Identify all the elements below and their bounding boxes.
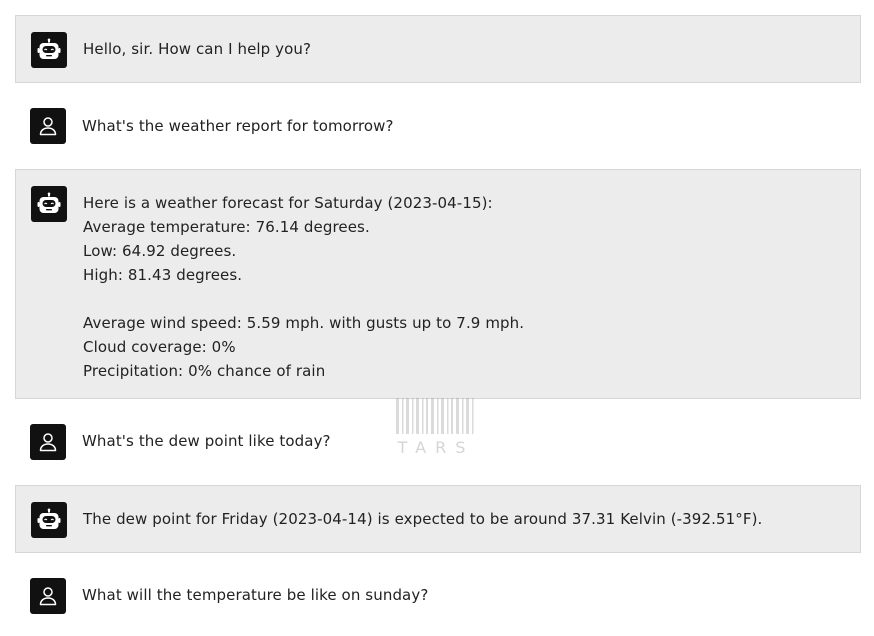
robot-icon [31, 502, 67, 538]
bot-message: Here is a weather forecast for Saturday … [15, 169, 861, 399]
message-text: What's the weather report for tomorrow? [82, 117, 394, 135]
message-text: Here is a weather forecast for Saturday … [83, 194, 525, 380]
message-text: What's the dew point like today? [82, 432, 331, 450]
user-message: What's the weather report for tomorrow? [15, 92, 861, 160]
user-icon [30, 108, 66, 144]
message-text: What will the temperature be like on sun… [82, 586, 429, 604]
robot-icon [31, 186, 67, 222]
user-icon [30, 424, 66, 460]
message-text: The dew point for Friday (2023-04-14) is… [83, 510, 763, 528]
message-text: Hello, sir. How can I help you? [83, 40, 312, 58]
user-icon [30, 578, 66, 614]
robot-icon [31, 32, 67, 68]
user-message: What's the dew point like today? [15, 408, 861, 476]
chat-transcript: Hello, sir. How can I help you? What's t… [0, 0, 874, 636]
user-message: What will the temperature be like on sun… [15, 562, 861, 630]
bot-message: The dew point for Friday (2023-04-14) is… [15, 485, 861, 553]
bot-message: Hello, sir. How can I help you? [15, 15, 861, 83]
